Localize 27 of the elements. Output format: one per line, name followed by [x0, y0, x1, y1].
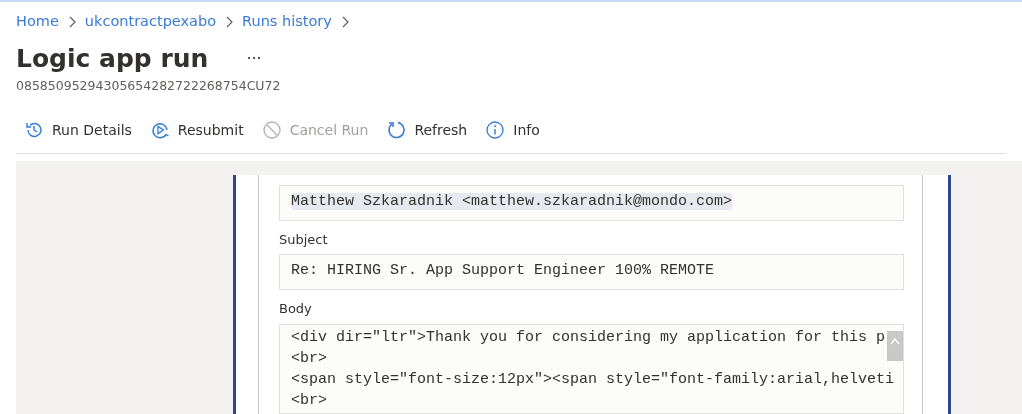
chevron-icon [224, 16, 235, 28]
info-icon [485, 120, 506, 141]
info-button[interactable]: Info [485, 119, 540, 141]
refresh-button[interactable]: Refresh [386, 119, 468, 141]
code-line: <span style="font-size:12px"><span style="font-family:arial,helveti [291, 369, 892, 390]
scrollbar-thumb[interactable] [887, 330, 903, 361]
code-line: <br> [291, 348, 328, 369]
text-field[interactable]: Re: HIRING Sr. App Support Engineer 100% REMOTE [279, 254, 904, 291]
code-line: <div dir="ltr">Thank you for considering my application for this p [291, 327, 887, 348]
refresh-icon [386, 120, 407, 141]
prohibited-icon [261, 120, 282, 141]
field-value: Matthew Szkaradnik <matthew.szkaradnik@mondo.com> [291, 192, 733, 210]
code-line: <br> [291, 390, 328, 411]
field-label: Subject [279, 230, 329, 249]
run-id: 08585095294305654282722268754CU72 [16, 77, 282, 95]
play-circle-icon [149, 120, 170, 141]
resubmit-button[interactable]: Resubmit [149, 119, 244, 141]
more-button[interactable]: ··· [246, 46, 262, 71]
field-label: Body [279, 300, 313, 319]
page-title: Logic app run [16, 46, 209, 71]
body-field[interactable]: <div dir="ltr">Thank you for considering my application for this p <br> <span style="font-size:12px"><span style="font-family:arial,helveti <br> [279, 323, 904, 414]
field-value: Re: HIRING Sr. App Support Engineer 100% REMOTE [291, 262, 715, 280]
breadcrumb-link[interactable]: Runs history [242, 11, 332, 33]
breadcrumb-link[interactable]: Home [16, 11, 59, 33]
text-field[interactable]: Matthew Szkaradnik <matthew.szkaradnik@mondo.com> [279, 184, 904, 221]
breadcrumb-link[interactable]: ukcontractpexabo [84, 11, 217, 33]
details-button[interactable]: Run Details [24, 119, 132, 141]
